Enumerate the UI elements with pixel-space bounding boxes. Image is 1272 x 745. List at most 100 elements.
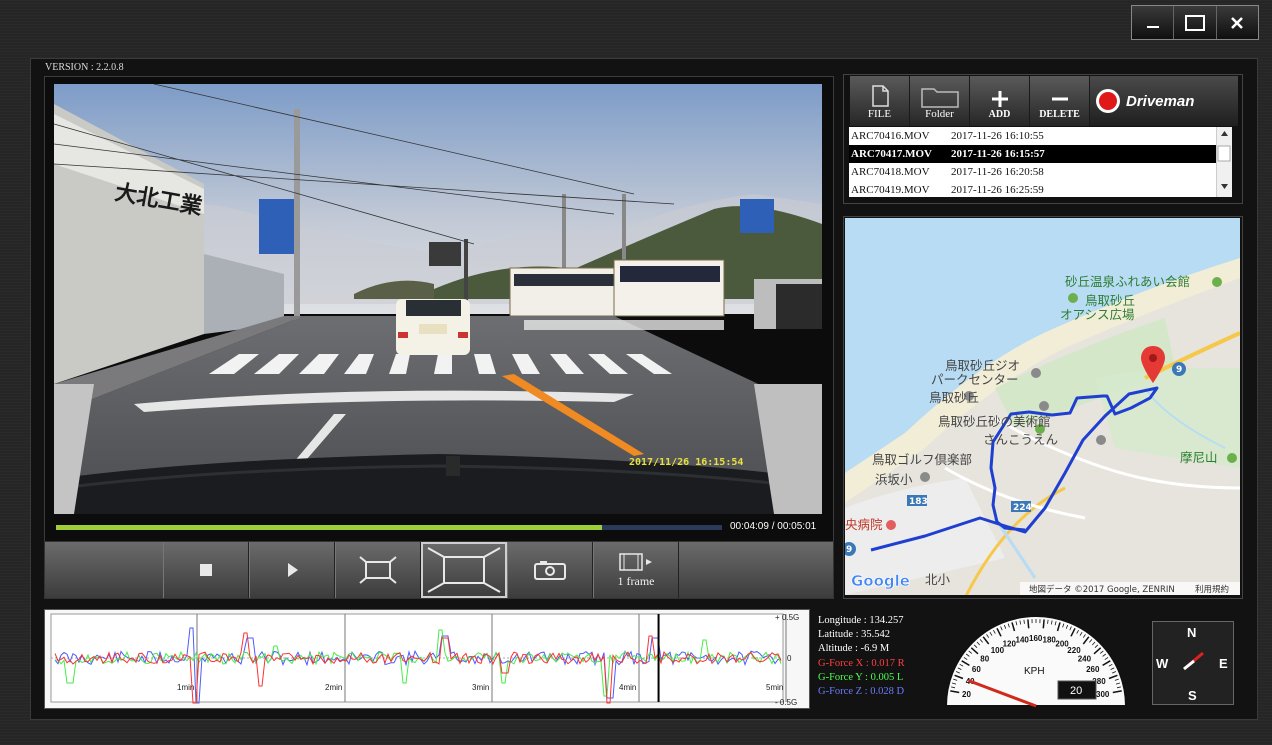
map-view[interactable]: 砂丘温泉ふれあい会館 鳥取砂丘 オアシス広場 鳥取砂丘ジオ パークセンター 鳥取…	[845, 218, 1240, 595]
poi-geo-icon	[1031, 368, 1041, 378]
google-logo: Google	[851, 572, 910, 590]
file-button-label: FILE	[867, 108, 892, 120]
map-label-sankou: さんこうえん	[983, 432, 1058, 447]
map-label-park: パークセンター	[931, 372, 1019, 387]
file-row[interactable]: ARC70419.MOV 2017-11-26 16:25:59	[849, 181, 1216, 199]
speed-unit: KPH	[1024, 666, 1045, 677]
file-date: 2017-11-26 16:10:55	[951, 130, 1044, 142]
speed-tick-label: 260	[1086, 665, 1100, 674]
maximize-button[interactable]	[1174, 6, 1217, 39]
fit-screen-button[interactable]	[335, 542, 421, 598]
scroll-up-icon[interactable]	[1221, 131, 1228, 136]
speed-tick-label: 160	[1029, 634, 1043, 643]
close-button[interactable]	[1216, 6, 1258, 39]
graph-tick-label: 3min	[472, 683, 489, 692]
play-button[interactable]	[249, 542, 335, 598]
camera-icon	[534, 561, 566, 580]
play-icon	[288, 563, 298, 577]
video-timestamp: 2017/11/26 16:15:54	[629, 457, 743, 468]
graph-tick-label: 5min	[766, 683, 783, 692]
fullscreen-button[interactable]	[421, 542, 507, 598]
playback-controls: 1 frame	[44, 541, 834, 599]
controls-spacer	[45, 542, 163, 598]
speedometer-gauge: 2040608010012014016018020022024026028030…	[944, 615, 1128, 708]
file-toolbar: FILE Folder ADD DELETE Driveman	[850, 76, 1238, 126]
seek-bar[interactable]	[56, 525, 722, 530]
gforce-z-text: G-Force Z : 0.028 D	[818, 686, 905, 698]
file-row[interactable]: ARC70416.MOV 2017-11-26 16:10:55	[849, 127, 1216, 145]
maximize-icon	[1184, 14, 1205, 31]
route-badge-9a: 9	[1176, 365, 1182, 375]
seek-bar-fill	[56, 525, 603, 530]
graph-tick-label: 4min	[619, 683, 636, 692]
time-readout: 00:04:09 / 00:05:01	[730, 521, 816, 532]
compass-south: S	[1188, 688, 1197, 703]
app-window: VERSION : 2.2.0.8 大北工業 2017/11/26 16:15:…	[0, 0, 1272, 745]
file-row[interactable]: ARC70417.MOV 2017-11-26 16:15:57	[849, 145, 1216, 163]
file-date: 2017-11-26 16:20:58	[951, 166, 1044, 178]
folder-button-label: Folder	[925, 108, 954, 120]
longitude-text: Longitude : 134.257	[818, 615, 904, 626]
file-date: 2017-11-26 16:15:57	[951, 148, 1045, 160]
map-label-kita: 北小	[925, 572, 951, 587]
file-name: ARC70417.MOV	[851, 148, 932, 160]
graph-bottom-label: - 0.5G	[775, 698, 797, 707]
speed-tick-label: 60	[972, 665, 981, 674]
scrollbar-arrows	[1217, 131, 1231, 189]
delete-button-label: DELETE	[1039, 109, 1080, 120]
brand-name: Driveman	[1126, 92, 1195, 110]
add-button-label: ADD	[988, 109, 1011, 120]
file-date: 2017-11-26 16:25:59	[951, 184, 1044, 196]
snapshot-button[interactable]	[507, 542, 593, 598]
file-list-scrollbar[interactable]	[1216, 127, 1232, 197]
file-name: ARC70419.MOV	[851, 184, 930, 196]
file-list[interactable]: ARC70416.MOV 2017-11-26 16:10:55 ARC70417.…	[849, 127, 1216, 197]
file-name: ARC70416.MOV	[851, 130, 930, 142]
add-button[interactable]: ADD	[970, 76, 1030, 126]
map-label-museum: 鳥取砂丘砂の美術館	[938, 414, 1051, 429]
version-label: VERSION : 2.2.0.8	[45, 62, 124, 73]
compass-icon: N W E S	[1156, 625, 1228, 703]
delete-button[interactable]: DELETE	[1030, 76, 1090, 126]
speed-tick-label: 120	[1003, 639, 1017, 648]
time-total: 00:05:01	[777, 521, 817, 532]
graph-tick-label: 2min	[325, 683, 342, 692]
poi-sankou-icon	[1096, 435, 1106, 445]
latitude-text: Latitude : 35.542	[818, 629, 891, 641]
window-controls	[1131, 5, 1259, 40]
fit-screen-icon	[359, 556, 397, 584]
close-icon	[1231, 16, 1244, 29]
speed-tick-label: 220	[1067, 646, 1081, 655]
gforce-x-text: G-Force X : 0.017 R	[818, 657, 905, 669]
folder-button[interactable]: Folder	[910, 76, 970, 126]
compass-north: N	[1187, 625, 1196, 640]
frame-step-button[interactable]: 1 frame	[593, 542, 679, 598]
graph-top-label: + 0.5G	[775, 613, 799, 622]
map-label-hospital: 央病院	[845, 517, 883, 532]
compass-east: E	[1219, 656, 1228, 671]
speed-tick-label: 180	[1043, 635, 1057, 644]
speed-tick-label: 80	[980, 655, 989, 664]
poi-onsen-icon	[1212, 277, 1222, 287]
folder-icon	[920, 88, 959, 108]
telemetry-panel: Longitude : 134.257 Latitude : 35.542 Al…	[818, 614, 905, 699]
file-name: ARC70418.MOV	[851, 166, 930, 178]
plus-icon	[991, 91, 1008, 107]
file-button[interactable]: FILE	[850, 76, 910, 126]
scroll-down-icon[interactable]	[1221, 184, 1228, 189]
file-row[interactable]: ARC70418.MOV 2017-11-26 16:20:58	[849, 163, 1216, 181]
map-label-geo: 鳥取砂丘ジオ	[945, 358, 1020, 373]
speed-tick-label: 300	[1096, 690, 1110, 699]
route-badge-224: 224	[1013, 503, 1032, 513]
time-current: 00:04:09	[730, 521, 769, 532]
compass: N W E S	[1152, 621, 1234, 705]
frame-step-label: 1 frame	[617, 573, 655, 588]
scrollbar-thumb[interactable]	[1217, 145, 1231, 162]
video-player[interactable]: 大北工業 2017/11/26 16:15:54	[54, 84, 822, 514]
gforce-graph[interactable]: + 0.5G 0 - 0.5G 1min 2min 3min 4min 5min	[44, 609, 810, 709]
map-terms-link[interactable]: 利用規約	[1195, 584, 1229, 595]
graph-mid-label: 0	[787, 654, 792, 663]
minimize-button[interactable]	[1132, 6, 1175, 39]
stop-button[interactable]	[163, 542, 249, 598]
map-copyright: 地図データ ©2017 Google, ZENRIN	[1029, 584, 1175, 595]
